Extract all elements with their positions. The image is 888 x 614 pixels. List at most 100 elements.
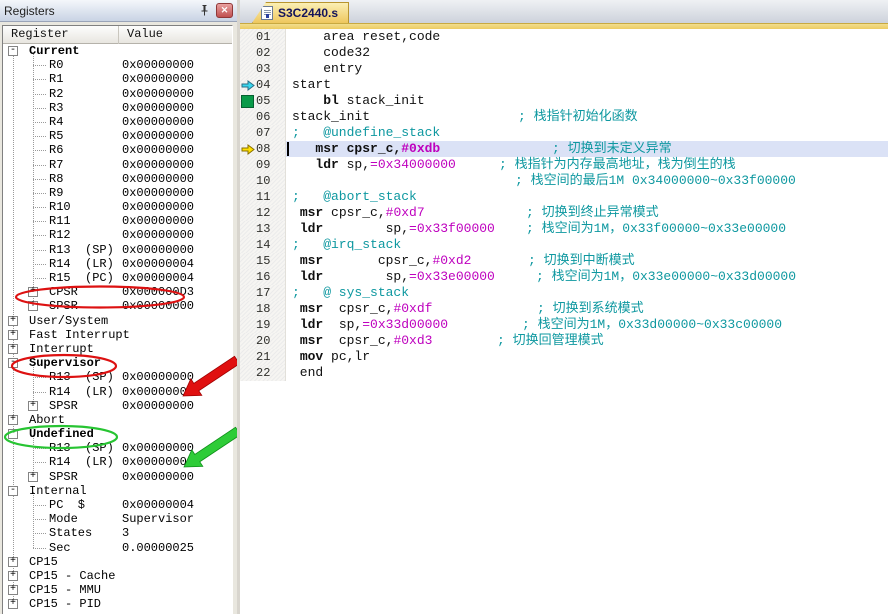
code-line-03[interactable]: 03 entry: [240, 61, 888, 77]
register-row-undefined[interactable]: -Undefined: [3, 427, 232, 441]
code-text[interactable]: msr cpsr_c,#0xd7; 切换到终止异常模式: [286, 205, 888, 221]
register-row-r6[interactable]: R60x00000000: [3, 143, 232, 157]
gutter[interactable]: 07: [240, 125, 286, 141]
tree-toggle-expand-icon[interactable]: +: [8, 316, 18, 326]
gutter[interactable]: 16: [240, 269, 286, 285]
gutter[interactable]: 21: [240, 349, 286, 365]
code-line-22[interactable]: 22 end: [240, 365, 888, 381]
register-row-r3[interactable]: R30x00000000: [3, 101, 232, 115]
gutter[interactable]: 08: [240, 141, 286, 157]
register-row-current[interactable]: -Current: [3, 44, 232, 58]
code-line-19[interactable]: 19 ldr sp,=0x33d00000; 栈空间为1M，0x33d00000…: [240, 317, 888, 333]
gutter[interactable]: 03: [240, 61, 286, 77]
code-line-15[interactable]: 15 msr cpsr_c,#0xd2; 切换到中断模式: [240, 253, 888, 269]
code-text[interactable]: ldr sp,=0x33e00000; 栈空间为1M，0x33e00000~0x…: [286, 269, 888, 285]
register-row-cp15-pid[interactable]: +CP15 - PID: [3, 597, 232, 611]
gutter[interactable]: 10: [240, 173, 286, 189]
gutter[interactable]: 14: [240, 237, 286, 253]
column-header-register[interactable]: Register: [3, 26, 119, 44]
register-row-r13-sp[interactable]: R13 (SP)0x00000000: [3, 370, 232, 384]
code-line-05[interactable]: 05 bl stack_init: [240, 93, 888, 109]
code-text[interactable]: start: [286, 77, 888, 93]
register-row-fast-interrupt[interactable]: +Fast Interrupt: [3, 328, 232, 342]
gutter[interactable]: 11: [240, 189, 286, 205]
code-line-16[interactable]: 16 ldr sp,=0x33e00000; 栈空间为1M，0x33e00000…: [240, 269, 888, 285]
code-text[interactable]: code32: [286, 45, 888, 61]
tree-toggle-expand-icon[interactable]: +: [8, 415, 18, 425]
tree-toggle-expand-icon[interactable]: +: [8, 571, 18, 581]
register-row-r13-sp[interactable]: R13 (SP)0x00000000: [3, 243, 232, 257]
register-row-r13-sp[interactable]: R13 (SP)0x00000000: [3, 441, 232, 455]
code-text[interactable]: msr cpsr_c,#0xdb; 切换到未定义异常: [286, 141, 888, 157]
gutter[interactable]: 22: [240, 365, 286, 381]
code-line-02[interactable]: 02 code32: [240, 45, 888, 61]
tree-toggle-expand-icon[interactable]: +: [28, 287, 38, 297]
register-row-r12[interactable]: R120x00000000: [3, 228, 232, 242]
code-text[interactable]: ldr sp,=0x33f00000; 栈空间为1M，0x33f00000~0x…: [286, 221, 888, 237]
register-row-internal[interactable]: -Internal: [3, 484, 232, 498]
register-row-cp15-cache[interactable]: +CP15 - Cache: [3, 569, 232, 583]
code-line-17[interactable]: 17; @ sys_stack: [240, 285, 888, 301]
tree-toggle-expand-icon[interactable]: +: [8, 585, 18, 595]
register-row-r2[interactable]: R20x00000000: [3, 87, 232, 101]
tree-toggle-expand-icon[interactable]: +: [8, 344, 18, 354]
code-line-01[interactable]: 01 area reset,code: [240, 29, 888, 45]
register-row-pc[interactable]: PC $0x00000004: [3, 498, 232, 512]
register-row-r5[interactable]: R50x00000000: [3, 129, 232, 143]
code-text[interactable]: ; @abort_stack: [286, 189, 888, 205]
register-row-r1[interactable]: R10x00000000: [3, 72, 232, 86]
code-line-21[interactable]: 21 mov pc,lr: [240, 349, 888, 365]
gutter[interactable]: 12: [240, 205, 286, 221]
register-row-mode[interactable]: ModeSupervisor: [3, 512, 232, 526]
tree-toggle-expand-icon[interactable]: +: [28, 472, 38, 482]
register-row-user-system[interactable]: +User/System: [3, 314, 232, 328]
code-text[interactable]: ldr sp,=0x33d00000; 栈空间为1M，0x33d00000~0x…: [286, 317, 888, 333]
code-line-09[interactable]: 09 ldr sp,=0x34000000; 栈指针为内存最高地址，栈为倒生的栈: [240, 157, 888, 173]
code-text[interactable]: msr cpsr_c,#0xdf; 切换到系统模式: [286, 301, 888, 317]
gutter[interactable]: 13: [240, 221, 286, 237]
code-text[interactable]: mov pc,lr: [286, 349, 888, 365]
code-line-18[interactable]: 18 msr cpsr_c,#0xdf; 切换到系统模式: [240, 301, 888, 317]
gutter[interactable]: 05: [240, 93, 286, 109]
register-row-states[interactable]: States3: [3, 526, 232, 540]
code-line-06[interactable]: 06stack_init; 栈指针初始化函数: [240, 109, 888, 125]
register-row-r0[interactable]: R00x00000000: [3, 58, 232, 72]
gutter[interactable]: 06: [240, 109, 286, 125]
gutter[interactable]: 15: [240, 253, 286, 269]
code-line-07[interactable]: 07; @undefine_stack: [240, 125, 888, 141]
code-line-10[interactable]: 10; 栈空间的最后1M 0x34000000~0x33f00000: [240, 173, 888, 189]
code-area[interactable]: 01 area reset,code02 code3203 entry04sta…: [240, 29, 888, 614]
code-line-11[interactable]: 11; @abort_stack: [240, 189, 888, 205]
register-row-r4[interactable]: R40x00000000: [3, 115, 232, 129]
register-row-r14-lr[interactable]: R14 (LR)0x00000000: [3, 455, 232, 469]
gutter[interactable]: 19: [240, 317, 286, 333]
register-row-r15-pc[interactable]: R15 (PC)0x00000004: [3, 271, 232, 285]
code-text[interactable]: msr cpsr_c,#0xd2; 切换到中断模式: [286, 253, 888, 269]
tree-toggle-collapse-icon[interactable]: -: [8, 358, 18, 368]
gutter[interactable]: 09: [240, 157, 286, 173]
code-text[interactable]: stack_init; 栈指针初始化函数: [286, 109, 888, 125]
register-row-r11[interactable]: R110x00000000: [3, 214, 232, 228]
gutter[interactable]: 20: [240, 333, 286, 349]
code-text[interactable]: msr cpsr_c,#0xd3; 切换回管理模式: [286, 333, 888, 349]
register-row-cp15-mmu[interactable]: +CP15 - MMU: [3, 583, 232, 597]
gutter[interactable]: 02: [240, 45, 286, 61]
register-row-supervisor[interactable]: -Supervisor: [3, 356, 232, 370]
register-row-r7[interactable]: R70x00000000: [3, 158, 232, 172]
code-text[interactable]: bl stack_init: [286, 93, 888, 109]
code-text[interactable]: ; @irq_stack: [286, 237, 888, 253]
register-row-cpsr[interactable]: +CPSR0x000000D3: [3, 285, 232, 299]
tree-toggle-expand-icon[interactable]: +: [8, 330, 18, 340]
code-text[interactable]: ldr sp,=0x34000000; 栈指针为内存最高地址，栈为倒生的栈: [286, 157, 888, 173]
tree-toggle-collapse-icon[interactable]: -: [8, 46, 18, 56]
register-row-cp15[interactable]: +CP15: [3, 555, 232, 569]
tree-toggle-expand-icon[interactable]: +: [8, 599, 18, 609]
gutter[interactable]: 04: [240, 77, 286, 93]
register-row-abort[interactable]: +Abort: [3, 413, 232, 427]
register-row-interrupt[interactable]: +Interrupt: [3, 342, 232, 356]
register-row-spsr[interactable]: +SPSR0x00000000: [3, 470, 232, 484]
column-header-value[interactable]: Value: [119, 26, 233, 44]
tree-toggle-collapse-icon[interactable]: -: [8, 486, 18, 496]
tab-s3c2440[interactable]: S3C2440.s: [252, 2, 349, 23]
register-row-sec[interactable]: Sec0.00000025: [3, 541, 232, 555]
